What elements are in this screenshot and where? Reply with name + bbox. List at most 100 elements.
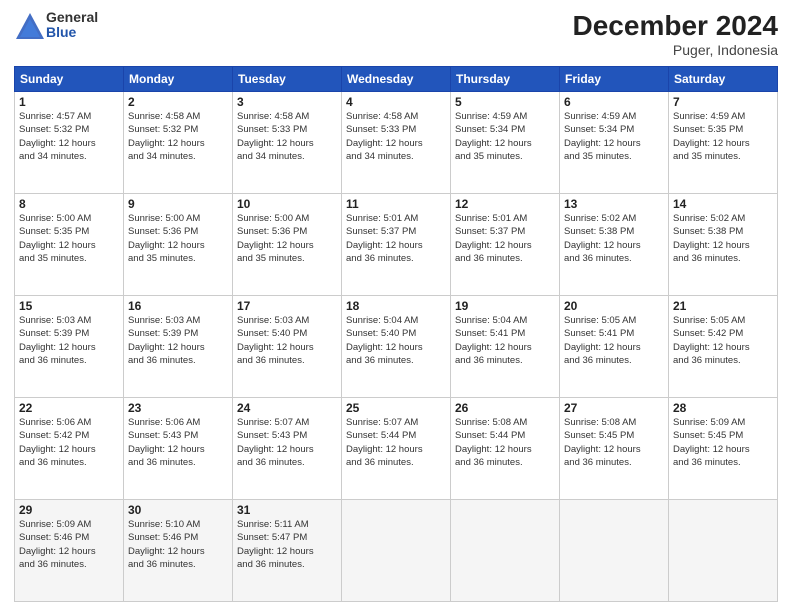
calendar-cell: 27Sunrise: 5:08 AM Sunset: 5:45 PM Dayli… [560,398,669,500]
calendar-cell: 3Sunrise: 4:58 AM Sunset: 5:33 PM Daylig… [233,92,342,194]
calendar-cell: 2Sunrise: 4:58 AM Sunset: 5:32 PM Daylig… [124,92,233,194]
day-number: 10 [237,197,337,211]
logo-general: General [46,10,98,25]
day-number: 3 [237,95,337,109]
weekday-monday: Monday [124,67,233,92]
day-number: 8 [19,197,119,211]
day-number: 24 [237,401,337,415]
day-info: Sunrise: 5:10 AM Sunset: 5:46 PM Dayligh… [128,518,228,571]
day-number: 14 [673,197,773,211]
day-info: Sunrise: 4:58 AM Sunset: 5:33 PM Dayligh… [237,110,337,163]
day-number: 26 [455,401,555,415]
calendar-cell: 6Sunrise: 4:59 AM Sunset: 5:34 PM Daylig… [560,92,669,194]
day-number: 17 [237,299,337,313]
calendar-cell [342,500,451,602]
day-info: Sunrise: 5:05 AM Sunset: 5:42 PM Dayligh… [673,314,773,367]
calendar-cell [451,500,560,602]
calendar-cell: 9Sunrise: 5:00 AM Sunset: 5:36 PM Daylig… [124,194,233,296]
day-info: Sunrise: 5:01 AM Sunset: 5:37 PM Dayligh… [346,212,446,265]
calendar-cell: 14Sunrise: 5:02 AM Sunset: 5:38 PM Dayli… [669,194,778,296]
day-info: Sunrise: 5:04 AM Sunset: 5:41 PM Dayligh… [455,314,555,367]
weekday-tuesday: Tuesday [233,67,342,92]
weekday-header-row: SundayMondayTuesdayWednesdayThursdayFrid… [15,67,778,92]
weekday-sunday: Sunday [15,67,124,92]
day-number: 4 [346,95,446,109]
day-number: 7 [673,95,773,109]
week-row-1: 1Sunrise: 4:57 AM Sunset: 5:32 PM Daylig… [15,92,778,194]
calendar-cell: 22Sunrise: 5:06 AM Sunset: 5:42 PM Dayli… [15,398,124,500]
day-info: Sunrise: 5:00 AM Sunset: 5:35 PM Dayligh… [19,212,119,265]
day-number: 16 [128,299,228,313]
calendar-cell: 15Sunrise: 5:03 AM Sunset: 5:39 PM Dayli… [15,296,124,398]
day-info: Sunrise: 5:06 AM Sunset: 5:43 PM Dayligh… [128,416,228,469]
week-row-3: 15Sunrise: 5:03 AM Sunset: 5:39 PM Dayli… [15,296,778,398]
calendar-cell: 26Sunrise: 5:08 AM Sunset: 5:44 PM Dayli… [451,398,560,500]
day-number: 20 [564,299,664,313]
day-number: 13 [564,197,664,211]
calendar-table: SundayMondayTuesdayWednesdayThursdayFrid… [14,66,778,602]
day-number: 21 [673,299,773,313]
day-info: Sunrise: 5:05 AM Sunset: 5:41 PM Dayligh… [564,314,664,367]
day-info: Sunrise: 5:11 AM Sunset: 5:47 PM Dayligh… [237,518,337,571]
logo: General Blue [14,10,98,41]
calendar-cell: 28Sunrise: 5:09 AM Sunset: 5:45 PM Dayli… [669,398,778,500]
calendar-cell: 24Sunrise: 5:07 AM Sunset: 5:43 PM Dayli… [233,398,342,500]
weekday-thursday: Thursday [451,67,560,92]
day-info: Sunrise: 4:57 AM Sunset: 5:32 PM Dayligh… [19,110,119,163]
weekday-saturday: Saturday [669,67,778,92]
day-info: Sunrise: 4:59 AM Sunset: 5:35 PM Dayligh… [673,110,773,163]
day-number: 9 [128,197,228,211]
calendar-cell: 17Sunrise: 5:03 AM Sunset: 5:40 PM Dayli… [233,296,342,398]
calendar-cell: 31Sunrise: 5:11 AM Sunset: 5:47 PM Dayli… [233,500,342,602]
calendar-cell: 13Sunrise: 5:02 AM Sunset: 5:38 PM Dayli… [560,194,669,296]
day-info: Sunrise: 5:03 AM Sunset: 5:39 PM Dayligh… [128,314,228,367]
day-number: 5 [455,95,555,109]
logo-text: General Blue [46,10,98,41]
day-info: Sunrise: 5:04 AM Sunset: 5:40 PM Dayligh… [346,314,446,367]
calendar-cell: 4Sunrise: 4:58 AM Sunset: 5:33 PM Daylig… [342,92,451,194]
day-number: 28 [673,401,773,415]
day-number: 15 [19,299,119,313]
day-info: Sunrise: 5:07 AM Sunset: 5:43 PM Dayligh… [237,416,337,469]
day-number: 30 [128,503,228,517]
month-title: December 2024 [573,10,778,42]
day-info: Sunrise: 5:03 AM Sunset: 5:39 PM Dayligh… [19,314,119,367]
title-block: December 2024 Puger, Indonesia [573,10,778,58]
day-info: Sunrise: 4:59 AM Sunset: 5:34 PM Dayligh… [455,110,555,163]
calendar-cell: 30Sunrise: 5:10 AM Sunset: 5:46 PM Dayli… [124,500,233,602]
day-number: 29 [19,503,119,517]
calendar-cell: 8Sunrise: 5:00 AM Sunset: 5:35 PM Daylig… [15,194,124,296]
day-number: 19 [455,299,555,313]
day-number: 23 [128,401,228,415]
day-info: Sunrise: 5:06 AM Sunset: 5:42 PM Dayligh… [19,416,119,469]
calendar-cell: 1Sunrise: 4:57 AM Sunset: 5:32 PM Daylig… [15,92,124,194]
calendar-cell: 7Sunrise: 4:59 AM Sunset: 5:35 PM Daylig… [669,92,778,194]
day-info: Sunrise: 5:03 AM Sunset: 5:40 PM Dayligh… [237,314,337,367]
calendar-cell: 19Sunrise: 5:04 AM Sunset: 5:41 PM Dayli… [451,296,560,398]
page: General Blue December 2024 Puger, Indone… [0,0,792,612]
calendar-cell [560,500,669,602]
week-row-2: 8Sunrise: 5:00 AM Sunset: 5:35 PM Daylig… [15,194,778,296]
logo-icon [14,11,42,39]
week-row-5: 29Sunrise: 5:09 AM Sunset: 5:46 PM Dayli… [15,500,778,602]
day-number: 1 [19,95,119,109]
calendar-cell: 23Sunrise: 5:06 AM Sunset: 5:43 PM Dayli… [124,398,233,500]
logo-blue: Blue [46,25,98,40]
day-info: Sunrise: 5:02 AM Sunset: 5:38 PM Dayligh… [564,212,664,265]
day-info: Sunrise: 5:08 AM Sunset: 5:45 PM Dayligh… [564,416,664,469]
day-number: 31 [237,503,337,517]
day-number: 27 [564,401,664,415]
week-row-4: 22Sunrise: 5:06 AM Sunset: 5:42 PM Dayli… [15,398,778,500]
calendar-cell: 18Sunrise: 5:04 AM Sunset: 5:40 PM Dayli… [342,296,451,398]
day-number: 25 [346,401,446,415]
calendar-cell: 16Sunrise: 5:03 AM Sunset: 5:39 PM Dayli… [124,296,233,398]
day-info: Sunrise: 5:00 AM Sunset: 5:36 PM Dayligh… [237,212,337,265]
calendar-cell: 21Sunrise: 5:05 AM Sunset: 5:42 PM Dayli… [669,296,778,398]
day-info: Sunrise: 5:00 AM Sunset: 5:36 PM Dayligh… [128,212,228,265]
day-info: Sunrise: 5:07 AM Sunset: 5:44 PM Dayligh… [346,416,446,469]
day-info: Sunrise: 5:02 AM Sunset: 5:38 PM Dayligh… [673,212,773,265]
calendar-cell: 11Sunrise: 5:01 AM Sunset: 5:37 PM Dayli… [342,194,451,296]
day-info: Sunrise: 5:09 AM Sunset: 5:46 PM Dayligh… [19,518,119,571]
day-info: Sunrise: 4:59 AM Sunset: 5:34 PM Dayligh… [564,110,664,163]
day-info: Sunrise: 5:09 AM Sunset: 5:45 PM Dayligh… [673,416,773,469]
